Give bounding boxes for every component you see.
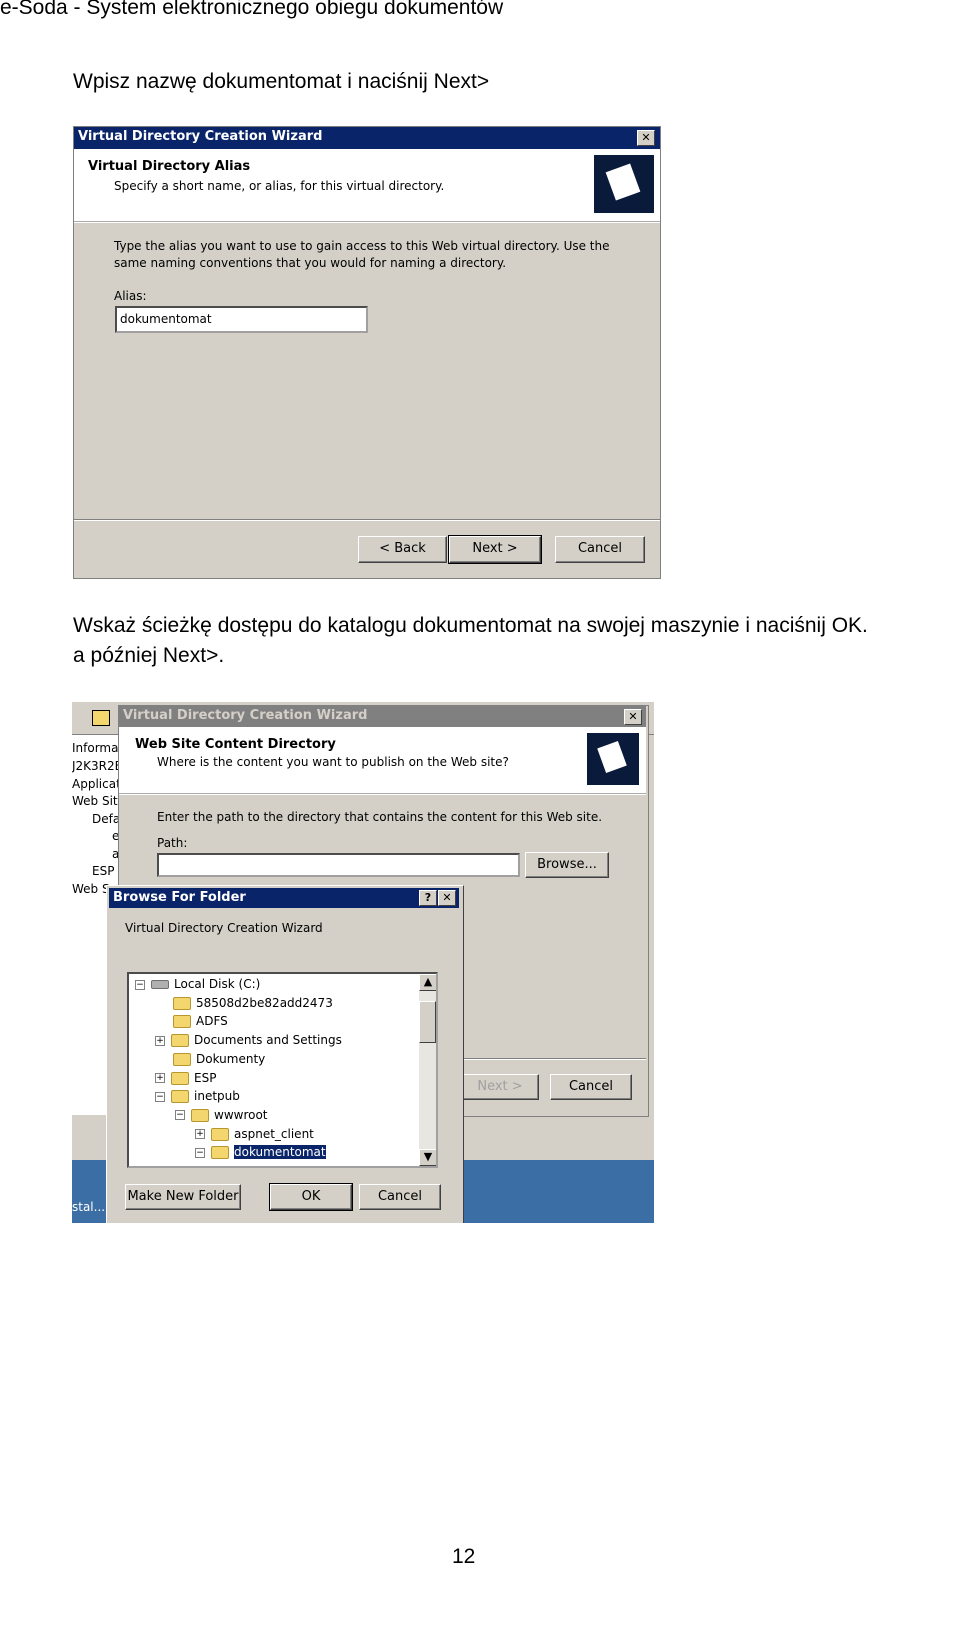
folder-icon [171,1071,189,1085]
close-button[interactable]: ✕ [624,709,642,725]
wizard-body-line2: same naming conventions that you would f… [114,256,507,270]
folder-tree-item[interactable]: + ESP [155,1071,216,1085]
expand-icon[interactable]: + [155,1073,165,1083]
browse-button[interactable]: Browse... [525,852,609,878]
wizard-subheading: Specify a short name, or alias, for this… [114,179,445,193]
vertical-scrollbar[interactable]: ▲ ▼ [419,974,436,1166]
browse-description: Virtual Directory Creation Wizard [125,921,323,935]
folder-tree[interactable]: − Local Disk (C:) 58508d2be82add2473 ADFS + D… [127,972,438,1168]
dialog-title: Virtual Directory Creation Wizard [78,129,323,144]
wizard-heading: Virtual Directory Alias [88,159,251,174]
title-bar: Virtual Directory Creation Wizard ✕ [119,706,646,727]
title-bar: Browse For Folder ? ✕ [109,888,459,908]
folder-icon [171,1090,189,1104]
wizard-body: Enter the path to the directory that con… [157,810,603,824]
cancel-button[interactable]: Cancel [555,536,645,563]
make-new-folder-button[interactable]: Make New Folder [125,1184,241,1210]
instruction-step2-line1: Wskaż ścieżkę dostępu do katalogu dokume… [73,614,868,637]
collapse-icon[interactable]: − [155,1091,165,1102]
scroll-down-arrow[interactable]: ▼ [419,1149,436,1166]
cancel-button[interactable]: Cancel [359,1184,441,1210]
wizard-body-line1: Type the alias you want to use to gain a… [114,239,610,253]
collapse-icon[interactable]: − [175,1110,185,1121]
expand-icon[interactable]: + [155,1035,165,1046]
next-button[interactable]: Next > [448,535,542,564]
browse-for-folder-dialog: Browse For Folder ? ✕ Virtual Directory … [106,885,464,1223]
folder-label: inetpub [194,1089,240,1104]
wizard-subheading: Where is the content you want to publish… [157,755,509,769]
instruction-step2-line2: a później Next>. [73,644,225,667]
tree-item[interactable]: Defa [92,812,120,826]
alias-input[interactable]: dokumentomat [115,306,368,333]
path-label: Path: [157,836,188,850]
folder-label: Documents and Settings [194,1033,342,1048]
back-button[interactable]: < Back [358,536,447,563]
wizard-heading: Web Site Content Directory [135,737,336,752]
tree-item[interactable]: Web S [72,882,110,896]
folder-tree-item[interactable]: ADFS [173,1014,228,1029]
folder-tree-item[interactable]: 58508d2be82add2473 [173,996,333,1010]
folder-icon [171,1034,189,1048]
help-button[interactable]: ? [419,890,437,906]
folder-tree-item[interactable]: − dokumentomat [195,1144,327,1161]
iis-manager-screenshot: Informa J2K3R2EE Applicatio Web Site Def… [72,702,654,1223]
close-button[interactable]: ✕ [637,130,655,146]
instruction-step1: Wpisz nazwę dokumentomat i naciśnij Next… [73,70,490,93]
folder-label: ADFS [196,1014,228,1029]
tree-item[interactable]: ESP [92,864,114,878]
folder-label: Dokumenty [196,1051,266,1066]
document-header: e-Soda - System elektronicznego obiegu d… [0,0,504,19]
scroll-up-arrow[interactable]: ▲ [419,974,436,991]
cancel-button[interactable]: Cancel [550,1074,632,1100]
scroll-thumb[interactable] [419,1001,436,1043]
close-button[interactable]: ✕ [438,890,456,906]
folder-icon [211,1127,229,1141]
tree-item[interactable]: Informa [72,741,118,755]
dialog-title: Virtual Directory Creation Wizard [123,708,368,723]
wizard-header: Virtual Directory Alias Specify a short … [74,149,660,223]
drive-icon [151,980,169,989]
folder-tree-item[interactable]: − inetpub [155,1089,240,1104]
title-bar: Virtual Directory Creation Wizard ✕ [74,127,660,149]
folder-icon [211,1146,229,1160]
folder-tree-item[interactable]: + aspnet_client [195,1127,314,1141]
folder-icon [173,1015,191,1029]
ok-button[interactable]: OK [269,1183,353,1211]
folder-label: ESP [194,1070,217,1085]
collapse-icon[interactable]: − [195,1147,205,1158]
wizard-alias-dialog: Virtual Directory Creation Wizard ✕ Virt… [73,126,661,579]
folder-label: dokumentomat [233,1144,327,1161]
expand-icon[interactable]: + [195,1129,205,1140]
folder-label: wwwroot [214,1107,268,1122]
page-number: 12 [452,1545,476,1568]
folder-icon [173,1052,191,1066]
dialog-title: Browse For Folder [113,890,246,905]
folder-tree-item[interactable]: + Documents and Settings [155,1033,342,1048]
wizard-book-icon [587,733,639,785]
up-folder-icon[interactable] [92,710,110,726]
next-button[interactable]: Next > [461,1074,539,1100]
collapse-icon[interactable]: − [135,979,145,990]
wizard-header: Web Site Content Directory Where is the … [119,727,646,795]
alias-label: Alias: [114,289,147,303]
folder-tree-item[interactable]: − Local Disk (C:) [135,977,260,991]
path-input[interactable] [157,853,520,877]
folder-tree-item[interactable]: Dokumenty [173,1052,265,1066]
desktop-item[interactable]: stal... [72,1200,105,1214]
folder-icon [173,996,191,1010]
divider [74,519,660,521]
folder-label: Local Disk (C:) [174,977,261,991]
folder-label: 58508d2be82add2473 [196,995,333,1010]
folder-tree-item[interactable]: − wwwroot [175,1108,268,1122]
folder-icon [191,1108,209,1122]
folder-label: aspnet_client [234,1126,314,1141]
wizard-book-icon [594,155,654,213]
